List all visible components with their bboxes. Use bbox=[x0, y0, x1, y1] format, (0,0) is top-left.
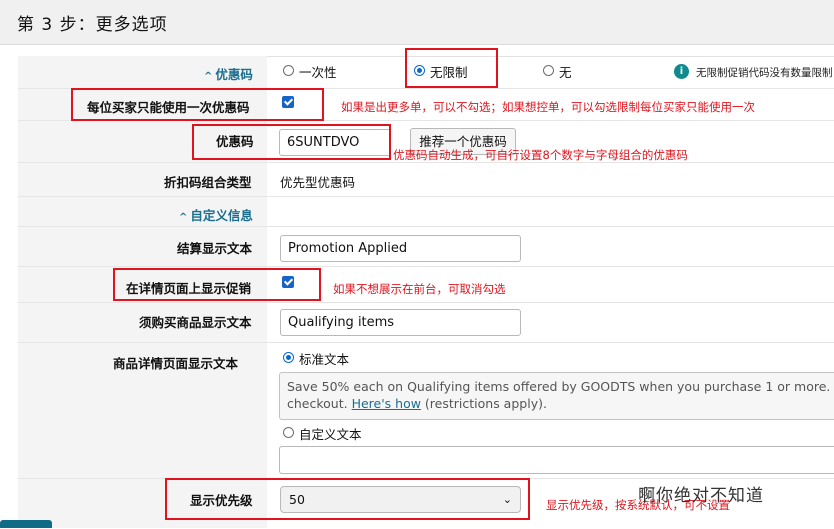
annotation-box-show-on-detail bbox=[113, 268, 321, 301]
qualifying-text-input[interactable]: Qualifying items bbox=[280, 309, 521, 336]
annotation-box-unlimited bbox=[405, 48, 498, 88]
standard-text-preview: Save 50% each on Qualifying items offere… bbox=[279, 372, 834, 420]
coupon-section-toggle[interactable]: ^ 优惠码 bbox=[204, 64, 253, 83]
caret-up-icon: ^ bbox=[179, 212, 188, 223]
custom-info-section-toggle[interactable]: ^ 自定义信息 bbox=[179, 205, 253, 224]
annotation-box-coupon-code bbox=[192, 124, 391, 160]
info-icon: i bbox=[674, 64, 689, 79]
radio-label-none: 无 bbox=[559, 65, 572, 80]
caret-up-icon: ^ bbox=[204, 71, 213, 82]
combination-type-value: 优先型优惠码 bbox=[280, 175, 356, 190]
annotation-box-one-per-buyer bbox=[71, 88, 324, 121]
annotation-note-show-on-detail: 如果不想展示在前台，可取消勾选 bbox=[333, 282, 506, 296]
row-divider bbox=[18, 302, 834, 303]
checkout-text-label: 结算显示文本 bbox=[177, 241, 253, 256]
annotation-note-one-per-buyer: 如果是出更多单，可以不勾选；如果想控单，可以勾选限制每位买家只能使用一次 bbox=[341, 100, 755, 114]
page-title: 第 3 步：更多选项 bbox=[17, 15, 168, 35]
checkout-text-input[interactable]: Promotion Applied bbox=[280, 235, 521, 262]
wechat-icon: ◇ bbox=[640, 484, 650, 499]
radio-custom-text[interactable] bbox=[283, 427, 294, 438]
bottom-tab bbox=[0, 520, 52, 528]
radio-label-standard-text: 标准文本 bbox=[299, 352, 350, 367]
info-text: 无限制促销代码没有数量限制 bbox=[696, 67, 833, 79]
row-divider bbox=[18, 226, 834, 227]
radio-none[interactable] bbox=[543, 65, 554, 76]
row-divider bbox=[18, 196, 834, 197]
radio-one-time[interactable] bbox=[283, 65, 294, 76]
heres-how-link[interactable]: Here's how bbox=[352, 396, 421, 411]
annotation-note-coupon-code: 优惠码自动生成，可自行设置8个数字与字母组合的优惠码 bbox=[393, 148, 688, 162]
qualifying-text-label: 须购买商品显示文本 bbox=[139, 315, 252, 330]
standard-text-line2: checkout. Here's how (restrictions apply… bbox=[287, 396, 547, 411]
annotation-box-priority bbox=[165, 478, 530, 520]
watermark-text: ••啊你绝对不知道 bbox=[638, 486, 765, 506]
custom-text-input[interactable] bbox=[279, 446, 834, 474]
row-divider bbox=[18, 342, 834, 343]
radio-standard-text[interactable] bbox=[283, 352, 294, 363]
combination-type-label: 折扣码组合类型 bbox=[164, 175, 252, 190]
step-header: 第 3 步：更多选项 bbox=[0, 0, 834, 45]
radio-label-one-time: 一次性 bbox=[299, 65, 337, 80]
radio-label-custom-text: 自定义文本 bbox=[299, 427, 362, 442]
detail-text-label: 商品详情页面显示文本 bbox=[113, 356, 239, 371]
row-divider bbox=[18, 266, 834, 267]
standard-text-line1: Save 50% each on Qualifying items offere… bbox=[287, 379, 834, 394]
